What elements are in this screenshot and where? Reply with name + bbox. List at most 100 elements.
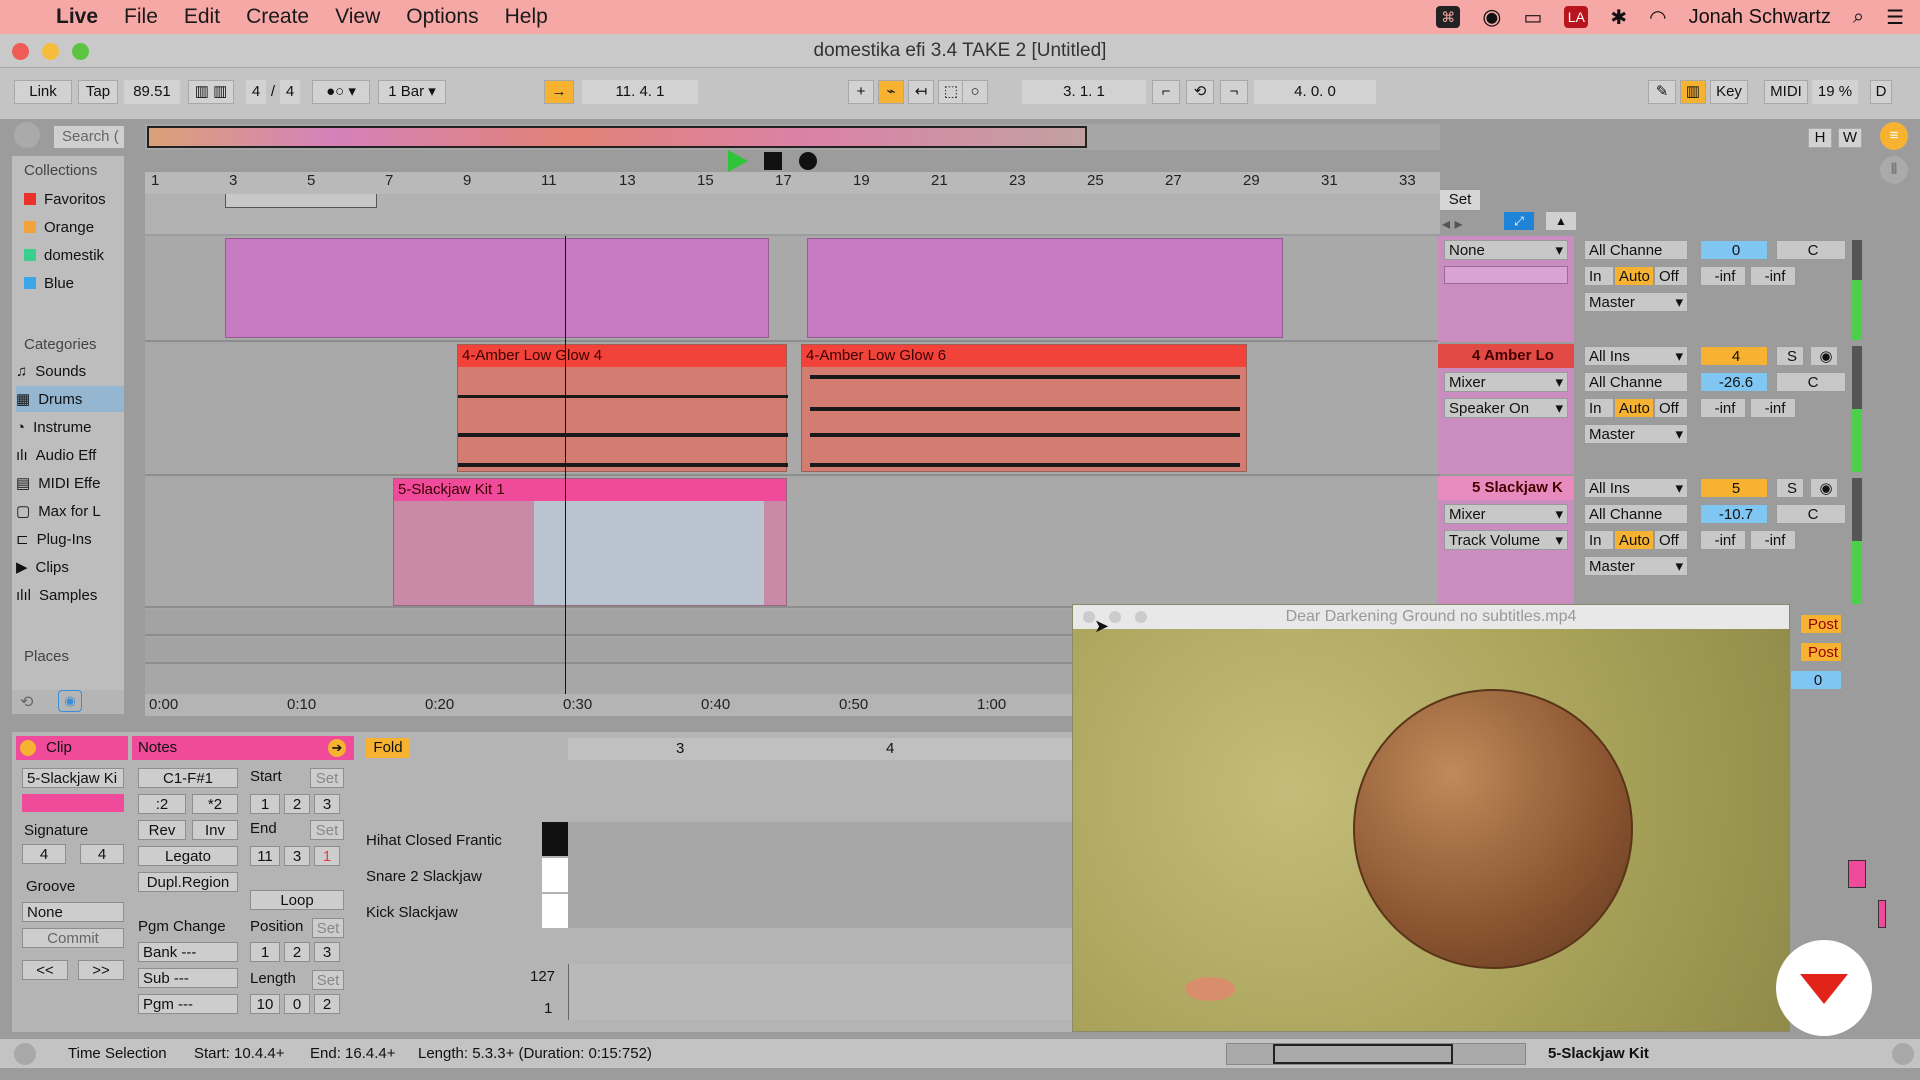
loop-length-field[interactable]: 4. 0. 0 (1254, 80, 1376, 104)
overview-strip[interactable] (1226, 1043, 1526, 1065)
track4-solo-button[interactable]: S (1776, 346, 1804, 366)
track4-auto-button[interactable]: Auto (1614, 398, 1654, 418)
return-a-post-button[interactable]: Post (1800, 614, 1842, 634)
arrangement-overview[interactable] (145, 124, 1440, 150)
automation-mode-icon[interactable]: ⤢ (1504, 212, 1534, 230)
track4-volume[interactable]: -26.6 (1700, 372, 1768, 392)
collection-domestik[interactable]: domestik (16, 242, 124, 268)
arrangement-position[interactable]: 11. 4. 1 (582, 80, 698, 104)
capture-icon[interactable]: ⬚ (938, 80, 964, 104)
lock-icon[interactable]: ▲ (1546, 212, 1576, 230)
piano-key-kick[interactable] (542, 894, 568, 928)
clip-tab[interactable]: Clip (16, 736, 128, 760)
quantize-menu[interactable]: 1 Bar ▾ (378, 80, 446, 104)
category-samples[interactable]: ılıl Samples (16, 582, 124, 608)
start-sixteenth[interactable]: 3 (314, 794, 340, 814)
track5-number[interactable]: 5 (1700, 478, 1768, 498)
sub-field[interactable]: Sub --- (138, 968, 238, 988)
track5-send-b[interactable]: -inf (1750, 530, 1796, 550)
category-audio-effects[interactable]: ılı Audio Eff (16, 442, 124, 468)
punch-out-icon[interactable]: ¬ (1220, 80, 1248, 104)
follow-icon[interactable]: → (544, 80, 574, 104)
menu-lines-icon[interactable]: ≡ (1880, 122, 1908, 150)
category-max-for-live[interactable]: ▢ Max for L (16, 498, 124, 524)
collection-orange[interactable]: Orange (16, 214, 124, 240)
close-icon[interactable] (12, 43, 29, 60)
track5-monitor-select[interactable]: Mixer ▾ (1444, 504, 1568, 524)
pgm-field[interactable]: Pgm --- (138, 994, 238, 1014)
clip-name-field[interactable]: 5-Slackjaw Ki (22, 768, 124, 788)
list-icon[interactable]: ☰ (1886, 5, 1904, 30)
punch-in-icon[interactable]: ⌐ (1152, 80, 1180, 104)
end-bar[interactable]: 11 (250, 846, 280, 866)
return-b-post-button[interactable]: Post (1800, 642, 1842, 662)
track-lane-5[interactable]: 5-Slackjaw Kit 1 (145, 478, 1440, 608)
length-bar[interactable]: 10 (250, 994, 280, 1014)
category-sounds[interactable]: ♫ Sounds (16, 358, 124, 384)
track4-send-a[interactable]: -inf (1700, 398, 1746, 418)
stop-icon[interactable] (764, 152, 782, 170)
menu-help[interactable]: Help (505, 5, 548, 29)
h-button[interactable]: H (1808, 128, 1832, 148)
track3-pan[interactable]: C (1776, 240, 1846, 260)
track5-send-a[interactable]: -inf (1700, 530, 1746, 550)
mixer-toggle-icon[interactable]: ⦀ (1880, 156, 1908, 184)
hotswap-icon[interactable]: ⟲ (20, 692, 33, 712)
locator-lane[interactable] (145, 194, 1440, 234)
track5-volume[interactable]: -10.7 (1700, 504, 1768, 524)
loop-switch-icon[interactable]: ⟲ (1186, 80, 1214, 104)
track3-off-button[interactable]: Off (1654, 266, 1688, 286)
info-icon[interactable]: ◉ (58, 690, 82, 712)
metronome-icon[interactable]: ●○ ▾ (312, 80, 370, 104)
clip-slackjaw-kit-1[interactable]: 5-Slackjaw Kit 1 (393, 478, 787, 606)
airplay-icon[interactable]: ▭ (1523, 5, 1542, 30)
start-set-button[interactable]: Set (310, 768, 344, 788)
length-sixteenth[interactable]: 2 (314, 994, 340, 1014)
half-length-button[interactable]: :2 (138, 794, 186, 814)
track4-number[interactable]: 4 (1700, 346, 1768, 366)
track3-in-button[interactable]: In (1584, 266, 1614, 286)
midi-map-button[interactable]: MIDI (1764, 80, 1808, 104)
clip-sig-den[interactable]: 4 (80, 844, 124, 864)
double-length-button[interactable]: *2 (192, 794, 238, 814)
note-range-field[interactable]: C1-F#1 (138, 768, 238, 788)
track-header-5[interactable]: 5 Slackjaw K Mixer ▾ Track Volume ▾ (1438, 476, 1574, 606)
track5-output-select[interactable]: Master ▾ (1584, 556, 1688, 576)
search-input[interactable]: Search ( (54, 126, 124, 148)
track3-send-a[interactable]: -inf (1700, 266, 1746, 286)
track4-output-select[interactable]: Master ▾ (1584, 424, 1688, 444)
clip-amber-low-glow-6[interactable]: 4-Amber Low Glow 6 (801, 344, 1247, 472)
category-plugins[interactable]: ⊏ Plug-Ins (16, 526, 124, 552)
computer-keyboard-icon[interactable]: ▥ (1680, 80, 1706, 104)
user-name[interactable]: Jonah Schwartz (1689, 6, 1831, 29)
expand-icon[interactable] (14, 1043, 36, 1065)
end-beat[interactable]: 3 (284, 846, 310, 866)
track3-output-select[interactable]: Master ▾ (1584, 292, 1688, 312)
master-value[interactable]: 0 (1790, 670, 1842, 690)
piano-key-snare[interactable] (542, 858, 568, 892)
menu-create[interactable]: Create (246, 5, 309, 29)
tempo-field[interactable]: 89.51 (124, 80, 180, 104)
link-button[interactable]: Link (14, 80, 72, 104)
track3-send-b[interactable]: -inf (1750, 266, 1796, 286)
menu-app[interactable]: Live (56, 5, 98, 29)
commit-button[interactable]: Commit (22, 928, 124, 948)
end-sixteenth[interactable]: 1 (314, 846, 340, 866)
category-midi-effects[interactable]: ▤ MIDI Effe (16, 470, 124, 496)
track4-arm-icon[interactable]: ◉ (1810, 346, 1838, 366)
nudge-icon[interactable]: ▥ ▥ (188, 80, 234, 104)
track4-send-b[interactable]: -inf (1750, 398, 1796, 418)
track4-title[interactable]: 4 Amber Lo (1438, 344, 1574, 368)
category-clips[interactable]: ▶ Clips (16, 554, 124, 580)
track4-device-select[interactable]: Speaker On ▾ (1444, 398, 1568, 418)
video-minimize-icon[interactable] (1109, 611, 1121, 623)
clip-amber-low-glow-4[interactable]: 4-Amber Low Glow 4 (457, 344, 788, 472)
track4-in-button[interactable]: In (1584, 398, 1614, 418)
position-beat[interactable]: 2 (284, 942, 310, 962)
track5-input-select[interactable]: All Ins ▾ (1584, 478, 1688, 498)
loop-start-field[interactable]: 3. 1. 1 (1022, 80, 1146, 104)
menu-view[interactable]: View (335, 5, 380, 29)
key-map-button[interactable]: Key (1710, 80, 1748, 104)
track5-in-button[interactable]: In (1584, 530, 1614, 550)
groove-select[interactable]: None (22, 902, 124, 922)
